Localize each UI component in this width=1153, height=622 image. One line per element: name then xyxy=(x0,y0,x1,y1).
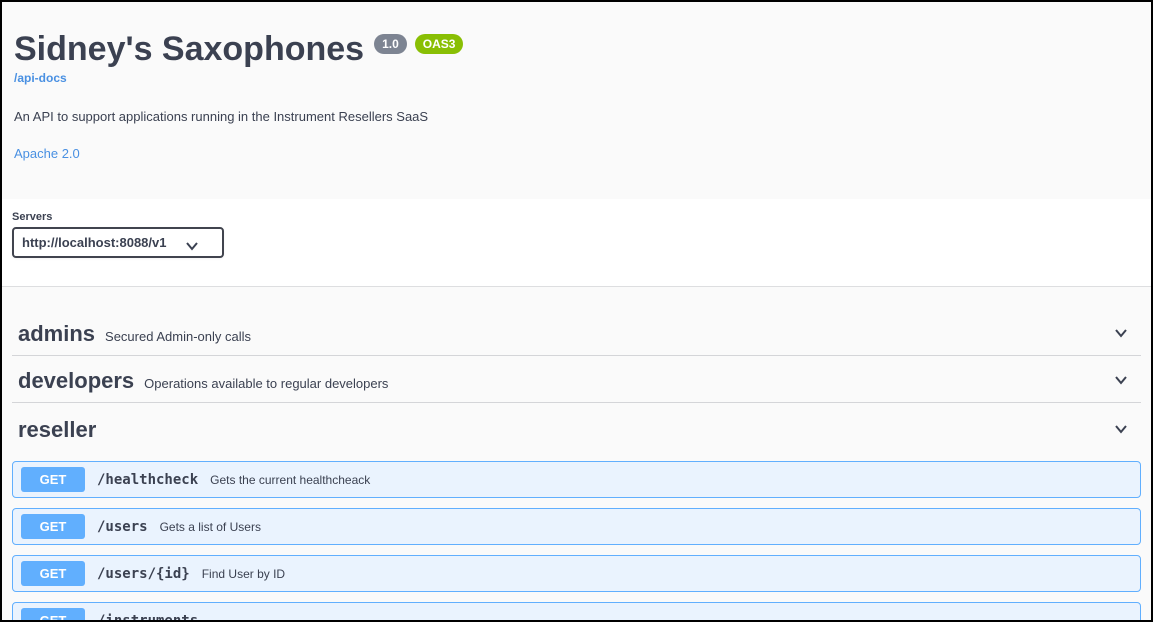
tag-reseller[interactable]: reseller xyxy=(12,403,1141,451)
endpoint-path: /healthcheck xyxy=(97,472,198,488)
servers-section: Servers http://localhost:8088/v1 xyxy=(2,199,1151,286)
license-link[interactable]: Apache 2.0 xyxy=(14,146,80,161)
endpoint-users[interactable]: GET /users Gets a list of Users xyxy=(12,508,1141,545)
endpoint-user-by-id[interactable]: GET /users/{id} Find User by ID xyxy=(12,555,1141,592)
http-method-badge: GET xyxy=(21,467,85,492)
http-method-badge: GET xyxy=(21,514,85,539)
title-row: Sidney's Saxophones 1.0 OAS3 xyxy=(14,30,1139,69)
operations-section: admins Secured Admin-only calls develope… xyxy=(2,286,1151,622)
tag-name: developers xyxy=(12,356,134,402)
servers-label: Servers xyxy=(12,211,1141,223)
server-selected-value: http://localhost:8088/v1 xyxy=(22,235,166,250)
endpoint-healthcheck[interactable]: GET /healthcheck Gets the current health… xyxy=(12,461,1141,498)
chevron-down-icon xyxy=(1113,325,1129,348)
tag-name: reseller xyxy=(12,403,96,451)
http-method-badge: GET xyxy=(21,561,85,586)
oas-badge: OAS3 xyxy=(415,34,464,54)
endpoint-path: /users/{id} xyxy=(97,566,190,582)
tag-developers[interactable]: developers Operations available to regul… xyxy=(12,356,1141,403)
endpoint-summary: Find User by ID xyxy=(202,567,285,581)
endpoint-instruments[interactable]: GET /instruments xyxy=(12,602,1141,622)
api-description: An API to support applications running i… xyxy=(14,109,1139,124)
endpoint-path: /users xyxy=(97,519,148,535)
chevron-down-icon xyxy=(1113,421,1129,444)
endpoint-summary: Gets the current healthcheack xyxy=(210,473,370,487)
tag-description: Operations available to regular develope… xyxy=(144,376,388,391)
endpoint-summary: Gets a list of Users xyxy=(160,520,261,534)
version-badge: 1.0 xyxy=(374,34,407,54)
tag-description: Secured Admin-only calls xyxy=(105,329,251,344)
swagger-frame: Sidney's Saxophones 1.0 OAS3 /api-docs A… xyxy=(0,0,1153,622)
tag-admins[interactable]: admins Secured Admin-only calls xyxy=(12,287,1141,356)
tag-name: admins xyxy=(12,309,95,355)
chevron-down-icon xyxy=(1113,372,1129,395)
http-method-badge: GET xyxy=(21,608,85,622)
base-path-link[interactable]: /api-docs xyxy=(14,71,67,85)
server-select[interactable]: http://localhost:8088/v1 xyxy=(12,227,224,258)
endpoint-path: /instruments xyxy=(97,613,198,622)
info-section: Sidney's Saxophones 1.0 OAS3 /api-docs A… xyxy=(2,2,1151,199)
api-title: Sidney's Saxophones xyxy=(14,30,364,69)
chevron-down-icon xyxy=(184,238,194,248)
